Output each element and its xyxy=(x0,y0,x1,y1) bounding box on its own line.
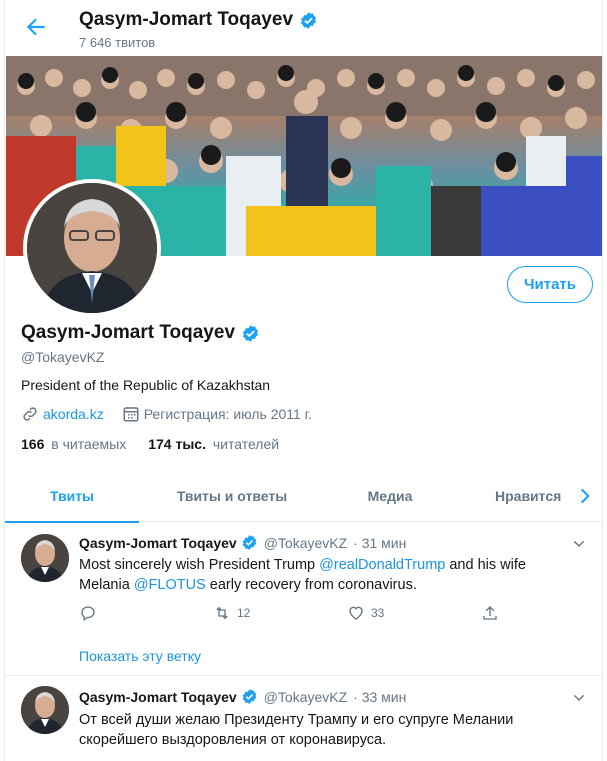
tweet-item[interactable]: Qasym-Jomart Toqayev @TokayevKZ · 31 мин… xyxy=(5,522,602,676)
profile-avatar[interactable] xyxy=(23,179,161,317)
reply-button[interactable] xyxy=(79,604,213,622)
tweet-text-line: От всей души желаю Президенту Трампу и е… xyxy=(79,712,514,728)
calendar-icon xyxy=(123,407,139,422)
arrow-left-icon[interactable] xyxy=(23,14,49,40)
tweet-author-handle[interactable]: @TokayevKZ xyxy=(264,535,347,551)
tweet-item[interactable]: Qasym-Jomart Toqayev @TokayevKZ · 33 мин… xyxy=(5,676,602,761)
verified-badge-icon xyxy=(242,535,256,550)
profile-bio: President of the Republic of Kazakhstan xyxy=(21,377,271,393)
tweet-text-part: Melania xyxy=(79,577,134,593)
tweet-text-part: early recovery from coronavirus. xyxy=(205,577,417,593)
tweet-count: 7 646 твитов xyxy=(79,35,156,50)
tweet-avatar-photo xyxy=(21,534,69,582)
tweet-author-name[interactable]: Qasym-Jomart Toqayev xyxy=(79,689,237,705)
tweet-avatar[interactable] xyxy=(21,686,69,734)
profile-name-text: Qasym-Jomart Toqayev xyxy=(21,322,236,343)
following-count: 166 xyxy=(21,436,45,452)
verified-badge-icon xyxy=(242,689,256,704)
followers-label: читателей xyxy=(212,436,280,452)
followers-stat[interactable]: 174 тыс. читателей xyxy=(148,436,279,452)
top-bar: Qasym-Jomart Toqayev 7 646 твитов xyxy=(5,0,602,56)
chevron-down-icon[interactable] xyxy=(571,690,587,706)
tab-tweets[interactable]: Твиты xyxy=(5,470,139,523)
heart-icon xyxy=(349,606,363,620)
header-name-text: Qasym-Jomart Toqayev xyxy=(79,9,294,30)
like-button[interactable]: 33 xyxy=(347,604,481,622)
tweet-avatar-photo xyxy=(21,686,69,734)
chevron-right-icon[interactable] xyxy=(575,486,595,506)
tweet-text-part: and his wife xyxy=(445,557,526,573)
retweet-count: 12 xyxy=(237,606,251,620)
profile-name: Qasym-Jomart Toqayev xyxy=(21,322,260,344)
link-icon xyxy=(23,407,37,421)
like-count: 33 xyxy=(371,606,385,620)
joined-date: Регистрация: июль 2011 г. xyxy=(143,406,312,422)
tweet-time[interactable]: · 33 мин xyxy=(353,689,406,705)
follow-button[interactable]: Читать xyxy=(507,266,593,303)
profile-handle: @TokayevKZ xyxy=(21,349,105,365)
website-link[interactable]: akorda.kz xyxy=(43,406,104,422)
tweet-author-name[interactable]: Qasym-Jomart Toqayev xyxy=(79,535,237,551)
mention-link[interactable]: @realDonaldTrump xyxy=(319,557,445,573)
tweet-header: Qasym-Jomart Toqayev @TokayevKZ · 31 мин xyxy=(79,534,406,551)
share-icon xyxy=(483,606,497,620)
show-thread-link[interactable]: Показать эту ветку xyxy=(79,648,201,664)
tab-tweets-and-replies[interactable]: Твиты и ответы xyxy=(139,470,325,522)
profile-tabs: Твиты Твиты и ответы Медиа Нравится xyxy=(5,470,602,523)
tweet-author-handle[interactable]: @TokayevKZ xyxy=(264,689,347,705)
following-label: в читаемых xyxy=(51,436,127,452)
tab-media[interactable]: Медиа xyxy=(325,470,455,522)
retweet-button[interactable]: 12 xyxy=(213,604,347,622)
tweet-text-part: Most sincerely wish President Trump xyxy=(79,557,320,573)
reply-icon xyxy=(81,606,95,622)
tab-likes[interactable]: Нравится xyxy=(465,470,593,522)
tweet-text: Most sincerely wish President Trump @rea… xyxy=(79,555,579,595)
tweet-time[interactable]: · 31 мин xyxy=(353,535,406,551)
chevron-down-icon[interactable] xyxy=(571,536,587,552)
tweet-avatar[interactable] xyxy=(21,534,69,582)
verified-badge-icon xyxy=(300,11,317,29)
profile-meta: akorda.kz Регистрация: июль 2011 г. xyxy=(21,405,312,423)
profile-page: Qasym-Jomart Toqayev 7 646 твитов Читать… xyxy=(4,0,603,761)
header-name: Qasym-Jomart Toqayev xyxy=(79,9,318,31)
following-stat[interactable]: 166 в читаемых xyxy=(21,436,126,452)
follow-stats: 166 в читаемых 174 тыс. читателей xyxy=(21,436,279,452)
verified-badge-icon xyxy=(242,324,259,342)
tweet-actions: 12 33 xyxy=(79,604,499,622)
retweet-icon xyxy=(216,606,228,620)
tweet-text: От всей души желаю Президенту Трампу и е… xyxy=(79,710,579,750)
avatar-photo xyxy=(27,183,157,313)
followers-count: 174 тыс. xyxy=(148,436,206,452)
mention-link[interactable]: @FLOTUS xyxy=(134,577,206,593)
tweet-header: Qasym-Jomart Toqayev @TokayevKZ · 33 мин xyxy=(79,688,406,705)
tweet-text-line: скорейшего выздоровления от коронавируса… xyxy=(79,732,387,748)
share-button[interactable] xyxy=(481,604,499,622)
